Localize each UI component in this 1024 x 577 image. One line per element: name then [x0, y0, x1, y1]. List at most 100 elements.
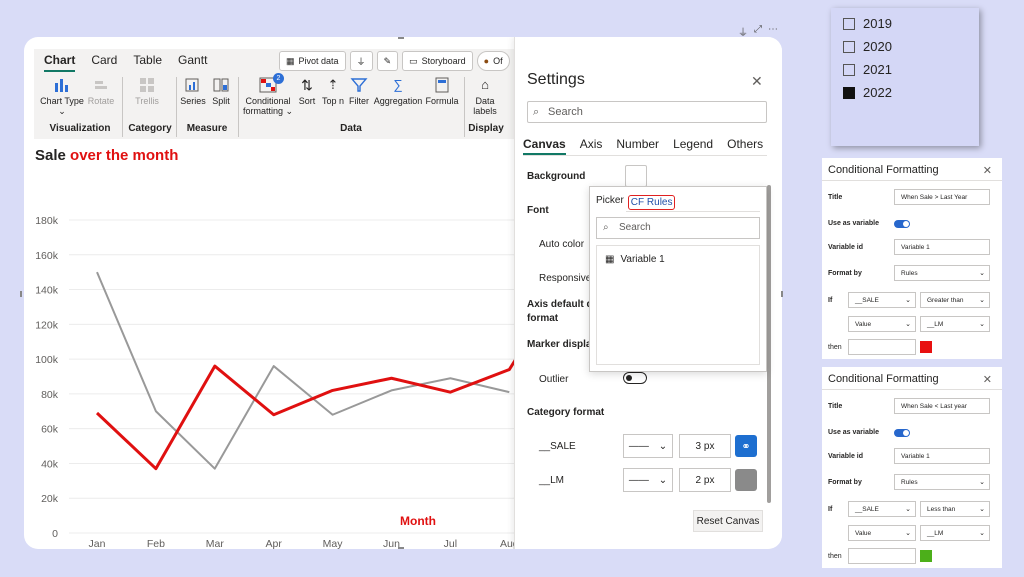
- aggregation-button[interactable]: ∑ Aggregation: [372, 77, 424, 106]
- table-icon: ▦: [605, 254, 615, 265]
- resize-handle-left[interactable]: [20, 291, 22, 297]
- cf-operator-select[interactable]: Greater than ⌄: [920, 292, 990, 308]
- edit-button[interactable]: ✎: [376, 51, 399, 71]
- cf-operator-select[interactable]: Less than ⌄: [920, 501, 990, 517]
- resize-handle-top[interactable]: [398, 37, 404, 39]
- series-line-lm: [96, 271, 510, 470]
- cf-field-value: __SALE: [855, 296, 879, 304]
- cf-title-label: Title: [828, 194, 843, 201]
- trellis-button[interactable]: Trellis: [130, 77, 164, 106]
- tab-others[interactable]: Others: [727, 137, 763, 155]
- tab-picker[interactable]: Picker: [596, 195, 624, 210]
- chart-type-button[interactable]: Chart Type ⌄: [40, 77, 84, 117]
- cf-then-input[interactable]: [848, 339, 916, 355]
- reset-canvas-button[interactable]: Reset Canvas: [693, 510, 763, 532]
- slicer-item-2022[interactable]: 2022: [843, 85, 892, 100]
- resize-handle-bottom[interactable]: [398, 547, 404, 549]
- line-width-input-sale[interactable]: 3 px: [679, 434, 731, 458]
- cf-variable-id-input[interactable]: Variable 1: [894, 239, 990, 255]
- cf-then-input[interactable]: [848, 548, 916, 564]
- checkbox[interactable]: [843, 40, 855, 53]
- cf-field-select[interactable]: __SALE ⌄: [848, 292, 916, 308]
- sort-button[interactable]: ⇅ Sort: [296, 77, 318, 106]
- checkbox[interactable]: [843, 86, 855, 99]
- tab-gantt[interactable]: Gantt: [178, 53, 207, 72]
- other-button[interactable]: ● Of: [476, 51, 510, 71]
- resize-handle-right[interactable]: [781, 291, 783, 297]
- cf-use-variable-toggle[interactable]: [894, 429, 910, 437]
- settings-search-input[interactable]: ⌕ Search: [527, 101, 767, 123]
- cf-compare-value: __LM: [927, 529, 944, 537]
- data-labels-button[interactable]: ⌂ Data labels: [468, 77, 502, 116]
- line-color-button-sale[interactable]: ⚭: [735, 435, 757, 457]
- pivot-data-label: Pivot data: [298, 56, 339, 66]
- cf-use-variable-toggle[interactable]: [894, 220, 910, 228]
- cf-title-input[interactable]: When Sale < Last year: [894, 398, 990, 414]
- settings-tabs: Canvas Axis Number Legend Others: [523, 137, 763, 155]
- slicer-item-2019[interactable]: 2019: [843, 16, 892, 31]
- tab-card[interactable]: Card: [91, 53, 117, 72]
- tab-chart[interactable]: Chart: [44, 53, 76, 72]
- divider: [626, 211, 760, 212]
- conditional-formatting-button[interactable]: 2 Conditional formatting ⌄: [240, 73, 296, 117]
- formula-icon: [435, 77, 449, 93]
- line-style-dropdown-lm[interactable]: —— ⌄: [623, 468, 673, 492]
- chevron-down-icon: ⌄: [979, 506, 985, 513]
- chevron-down-icon: ⌄: [979, 297, 985, 304]
- cf-operator-value: Less than: [927, 505, 956, 513]
- cf-format-by-select[interactable]: Rules ⌄: [894, 265, 990, 281]
- checkbox[interactable]: [843, 63, 855, 76]
- cf-title-input[interactable]: When Sale > Last Year: [894, 189, 990, 205]
- line-style-dropdown-sale[interactable]: —— ⌄: [623, 434, 673, 458]
- x-tick-label: Mar: [206, 538, 225, 549]
- split-button[interactable]: Split: [208, 77, 234, 106]
- close-icon[interactable]: ✕: [983, 373, 992, 386]
- group-display: Display: [468, 123, 504, 134]
- checkbox[interactable]: [843, 17, 855, 30]
- series-button[interactable]: Series: [178, 77, 208, 106]
- line-width-input-lm[interactable]: 2 px: [679, 468, 731, 492]
- tab-axis[interactable]: Axis: [580, 137, 603, 155]
- background-color-picker[interactable]: [625, 165, 647, 187]
- top-n-button[interactable]: ⇡ Top n: [320, 77, 346, 106]
- cf-use-variable-label: Use as variable: [828, 429, 879, 436]
- cf-value-type-select[interactable]: Value ⌄: [848, 316, 916, 332]
- picker-search-input[interactable]: ⌕ Search: [596, 217, 760, 239]
- storyboard-button[interactable]: ▭ Storyboard: [402, 51, 473, 71]
- slicer-item-2021[interactable]: 2021: [843, 62, 892, 77]
- picker-item-label: Variable 1: [620, 254, 665, 265]
- tag-icon: ⌂: [481, 77, 489, 92]
- funnel-icon[interactable]: ⏚: [738, 24, 748, 39]
- rotate-button[interactable]: Rotate: [86, 77, 116, 106]
- expand-icon[interactable]: ⤢: [754, 24, 762, 39]
- outlier-toggle[interactable]: [623, 372, 647, 384]
- tab-legend[interactable]: Legend: [673, 137, 713, 155]
- cf-color-swatch[interactable]: [920, 341, 932, 353]
- search-icon: ⌕: [603, 222, 609, 233]
- filter-toggle-button[interactable]: ⏚: [349, 51, 373, 71]
- cf-variable-id-label: Variable id: [828, 453, 864, 460]
- filter-button[interactable]: Filter: [346, 77, 372, 106]
- list-item[interactable]: ▦ Variable 1: [605, 254, 665, 265]
- pivot-data-button[interactable]: ▦ Pivot data: [279, 51, 346, 71]
- cf-field-select[interactable]: __SALE ⌄: [848, 501, 916, 517]
- cf-variable-id-input[interactable]: Variable 1: [894, 448, 990, 464]
- trellis-label: Trellis: [135, 96, 159, 106]
- cf-compare-select[interactable]: __LM ⌄: [920, 525, 990, 541]
- close-icon[interactable]: ✕: [983, 164, 992, 177]
- formula-button[interactable]: Formula: [424, 77, 460, 106]
- cf-compare-select[interactable]: __LM ⌄: [920, 316, 990, 332]
- tab-table[interactable]: Table: [133, 53, 162, 72]
- tab-canvas[interactable]: Canvas: [523, 137, 566, 155]
- line-color-button-lm[interactable]: [735, 469, 757, 491]
- cf-color-swatch[interactable]: [920, 550, 932, 562]
- slicer-item-2020[interactable]: 2020: [843, 39, 892, 54]
- x-axis: JanFebMarAprMayJunJulAug: [89, 538, 514, 549]
- tab-cf-rules[interactable]: CF Rules: [627, 195, 676, 210]
- close-icon[interactable]: ✕: [751, 73, 763, 90]
- cf-value-type-select[interactable]: Value ⌄: [848, 525, 916, 541]
- tab-number[interactable]: Number: [616, 137, 659, 155]
- settings-scrollbar[interactable]: [767, 185, 771, 503]
- cf-format-by-select[interactable]: Rules ⌄: [894, 474, 990, 490]
- more-options-icon[interactable]: ⋯: [768, 24, 778, 39]
